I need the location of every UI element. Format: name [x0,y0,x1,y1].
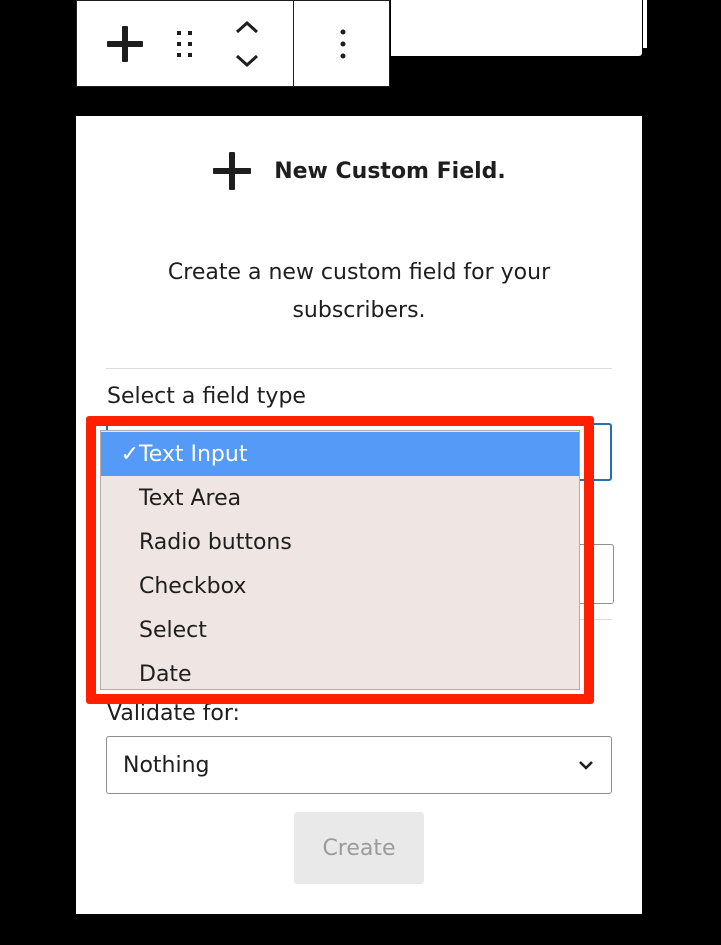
panel-title: New Custom Field. [274,158,506,184]
option-label: Select [139,617,207,643]
editor-canvas: New Custom Field. Create a new custom fi… [0,0,721,945]
option-text-area[interactable]: Text Area [101,476,579,520]
plus-icon [107,26,143,62]
move-block-buttons[interactable] [215,1,279,87]
chevron-down-icon [579,761,593,770]
block-toolbar [76,0,390,87]
separator [106,368,612,369]
option-label: Checkbox [139,573,247,599]
drag-handle-icon [177,31,192,57]
validate-label: Validate for: [107,701,240,726]
more-options-button[interactable] [313,1,373,87]
add-block-button[interactable] [95,1,155,87]
validate-select-value: Nothing [123,752,210,778]
validate-select[interactable]: Nothing [106,736,612,794]
option-label: Text Input [139,441,248,467]
field-type-dropdown: ✓ Text Input Text Area Radio buttons Che… [100,430,580,690]
create-button[interactable]: Create [294,812,424,884]
toolbar-divider [293,1,294,87]
option-label: Date [139,661,192,687]
option-radio-buttons[interactable]: Radio buttons [101,520,579,564]
option-label: Radio buttons [139,529,292,555]
plus-icon [213,152,252,190]
option-date[interactable]: Date [101,652,579,696]
option-checkbox[interactable]: Checkbox [101,564,579,608]
field-type-label: Select a field type [107,384,306,409]
check-icon: ✓ [120,441,139,467]
option-select[interactable]: Select [101,608,579,652]
panel-description: Create a new custom field for your subsc… [167,260,551,323]
more-options-icon [340,29,346,59]
panel-header: New Custom Field. [76,146,642,196]
move-up-down-icon [235,20,259,68]
option-text-input[interactable]: ✓ Text Input [101,432,579,476]
drag-handle-button[interactable] [155,1,215,87]
option-label: Text Area [139,485,242,511]
adjacent-block-edge [391,0,647,56]
